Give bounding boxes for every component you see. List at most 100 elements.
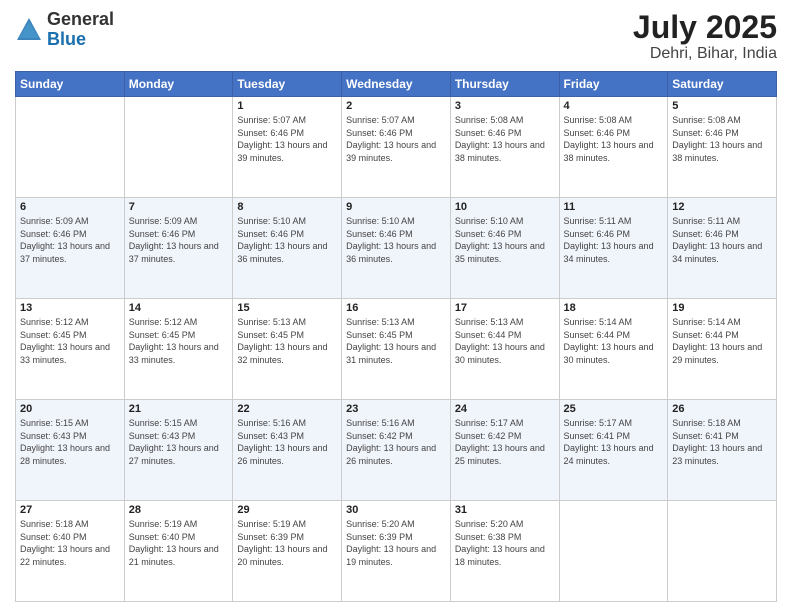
cell-4-0: 27Sunrise: 5:18 AMSunset: 6:40 PMDayligh…: [16, 501, 125, 602]
day-info-line: Sunrise: 5:08 AM: [455, 114, 555, 127]
day-info-line: Sunrise: 5:13 AM: [346, 316, 446, 329]
cell-0-4: 3Sunrise: 5:08 AMSunset: 6:46 PMDaylight…: [450, 97, 559, 198]
day-info-line: Sunrise: 5:07 AM: [237, 114, 337, 127]
day-number: 22: [237, 403, 337, 415]
day-info-line: Sunrise: 5:11 AM: [672, 215, 772, 228]
cell-2-6: 19Sunrise: 5:14 AMSunset: 6:44 PMDayligh…: [668, 299, 777, 400]
cell-3-1: 21Sunrise: 5:15 AMSunset: 6:43 PMDayligh…: [124, 400, 233, 501]
title-block: July 2025 Dehri, Bihar, India: [633, 10, 777, 63]
cell-3-3: 23Sunrise: 5:16 AMSunset: 6:42 PMDayligh…: [342, 400, 451, 501]
subtitle: Dehri, Bihar, India: [633, 45, 777, 63]
day-info-line: Sunset: 6:40 PM: [20, 531, 120, 544]
day-info-line: Sunrise: 5:09 AM: [129, 215, 229, 228]
day-info-line: Daylight: 13 hours and 32 minutes.: [237, 341, 337, 366]
cell-4-6: [668, 501, 777, 602]
day-number: 9: [346, 201, 446, 213]
day-info-line: Daylight: 13 hours and 35 minutes.: [455, 240, 555, 265]
cell-1-0: 6Sunrise: 5:09 AMSunset: 6:46 PMDaylight…: [16, 198, 125, 299]
day-info-line: Sunset: 6:41 PM: [672, 430, 772, 443]
day-number: 16: [346, 302, 446, 314]
cell-4-3: 30Sunrise: 5:20 AMSunset: 6:39 PMDayligh…: [342, 501, 451, 602]
day-number: 26: [672, 403, 772, 415]
cell-1-4: 10 Sunrise: 5:10 AMSunset: 6:46 PMDayligh…: [450, 198, 559, 299]
week-row-1: 6Sunrise: 5:09 AMSunset: 6:46 PMDaylight…: [16, 198, 777, 299]
day-info-line: Sunrise: 5:18 AM: [20, 518, 120, 531]
cell-1-5: 11Sunrise: 5:11 AMSunset: 6:46 PMDayligh…: [559, 198, 668, 299]
day-info-line: Sunset: 6:46 PM: [237, 228, 337, 241]
day-info-line: Sunrise: 5:13 AM: [237, 316, 337, 329]
day-number: 28: [129, 504, 229, 516]
day-number: 6: [20, 201, 120, 213]
day-info-line: Sunrise: 5:15 AM: [20, 417, 120, 430]
cell-4-2: 29Sunrise: 5:19 AMSunset: 6:39 PMDayligh…: [233, 501, 342, 602]
day-info-line: Daylight: 13 hours and 39 minutes.: [346, 139, 446, 164]
day-number: 19: [672, 302, 772, 314]
day-info-line: Daylight: 13 hours and 31 minutes.: [346, 341, 446, 366]
col-sunday: Sunday: [16, 72, 125, 97]
day-info-line: Sunrise: 5:14 AM: [564, 316, 664, 329]
calendar-header-row: Sunday Monday Tuesday Wednesday Thursday…: [16, 72, 777, 97]
cell-1-2: 8 Sunrise: 5:10 AMSunset: 6:46 PMDaylight…: [233, 198, 342, 299]
day-info-line: Sunset: 6:44 PM: [564, 329, 664, 342]
cell-4-5: [559, 501, 668, 602]
day-number: 15: [237, 302, 337, 314]
day-number: 7: [129, 201, 229, 213]
day-number: 8: [237, 201, 337, 213]
day-info-line: Daylight: 13 hours and 38 minutes.: [672, 139, 772, 164]
day-info-line: Daylight: 13 hours and 37 minutes.: [20, 240, 120, 265]
day-info-line: Sunset: 6:46 PM: [129, 228, 229, 241]
week-row-3: 20Sunrise: 5:15 AMSunset: 6:43 PMDayligh…: [16, 400, 777, 501]
day-info-line: Sunset: 6:39 PM: [346, 531, 446, 544]
day-info-line: Daylight: 13 hours and 30 minutes.: [455, 341, 555, 366]
day-info-line: Sunset: 6:43 PM: [129, 430, 229, 443]
logo: General Blue: [15, 10, 114, 50]
col-saturday: Saturday: [668, 72, 777, 97]
day-info-line: Sunrise: 5:13 AM: [455, 316, 555, 329]
day-info-line: Daylight: 13 hours and 23 minutes.: [672, 442, 772, 467]
day-info-line: Sunrise: 5:12 AM: [129, 316, 229, 329]
day-number: 21: [129, 403, 229, 415]
cell-0-5: 4Sunrise: 5:08 AMSunset: 6:46 PMDaylight…: [559, 97, 668, 198]
cell-0-3: 2Sunrise: 5:07 AMSunset: 6:46 PMDaylight…: [342, 97, 451, 198]
day-number: 10: [455, 201, 555, 213]
day-info-line: Sunrise: 5:10 AM: [455, 215, 555, 228]
day-info-line: Sunrise: 5:14 AM: [672, 316, 772, 329]
day-number: 25: [564, 403, 664, 415]
day-info-line: Daylight: 13 hours and 26 minutes.: [237, 442, 337, 467]
col-tuesday: Tuesday: [233, 72, 342, 97]
day-info-line: Daylight: 13 hours and 22 minutes.: [20, 543, 120, 568]
main-title: July 2025: [633, 10, 777, 45]
day-info-line: Sunrise: 5:20 AM: [346, 518, 446, 531]
week-row-4: 27Sunrise: 5:18 AMSunset: 6:40 PMDayligh…: [16, 501, 777, 602]
day-info-line: Sunset: 6:46 PM: [672, 127, 772, 140]
day-info-line: Sunset: 6:45 PM: [237, 329, 337, 342]
day-number: 4: [564, 100, 664, 112]
day-number: 30: [346, 504, 446, 516]
week-row-2: 13Sunrise: 5:12 AMSunset: 6:45 PMDayligh…: [16, 299, 777, 400]
day-info-line: Daylight: 13 hours and 21 minutes.: [129, 543, 229, 568]
day-info-line: Sunrise: 5:20 AM: [455, 518, 555, 531]
day-info-line: Sunset: 6:46 PM: [455, 228, 555, 241]
day-info-line: Sunrise: 5:17 AM: [564, 417, 664, 430]
day-info-line: Sunset: 6:45 PM: [129, 329, 229, 342]
day-number: 5: [672, 100, 772, 112]
day-info-line: Sunset: 6:44 PM: [455, 329, 555, 342]
day-info-line: Sunset: 6:38 PM: [455, 531, 555, 544]
cell-4-4: 31Sunrise: 5:20 AMSunset: 6:38 PMDayligh…: [450, 501, 559, 602]
day-info-line: Sunrise: 5:10 AM: [237, 215, 337, 228]
day-info-line: Daylight: 13 hours and 36 minutes.: [237, 240, 337, 265]
day-info-line: Sunrise: 5:09 AM: [20, 215, 120, 228]
day-info-line: Daylight: 13 hours and 38 minutes.: [455, 139, 555, 164]
cell-3-0: 20Sunrise: 5:15 AMSunset: 6:43 PMDayligh…: [16, 400, 125, 501]
day-info-line: Sunrise: 5:19 AM: [129, 518, 229, 531]
day-info-line: Sunset: 6:41 PM: [564, 430, 664, 443]
day-info-line: Sunset: 6:46 PM: [237, 127, 337, 140]
day-info-line: Sunrise: 5:08 AM: [564, 114, 664, 127]
day-info-line: Sunrise: 5:19 AM: [237, 518, 337, 531]
cell-1-1: 7Sunrise: 5:09 AMSunset: 6:46 PMDaylight…: [124, 198, 233, 299]
cell-0-6: 5Sunrise: 5:08 AMSunset: 6:46 PMDaylight…: [668, 97, 777, 198]
day-info-line: Sunset: 6:40 PM: [129, 531, 229, 544]
day-info-line: Daylight: 13 hours and 30 minutes.: [564, 341, 664, 366]
cell-0-2: 1Sunrise: 5:07 AMSunset: 6:46 PMDaylight…: [233, 97, 342, 198]
logo-icon: [15, 16, 43, 44]
